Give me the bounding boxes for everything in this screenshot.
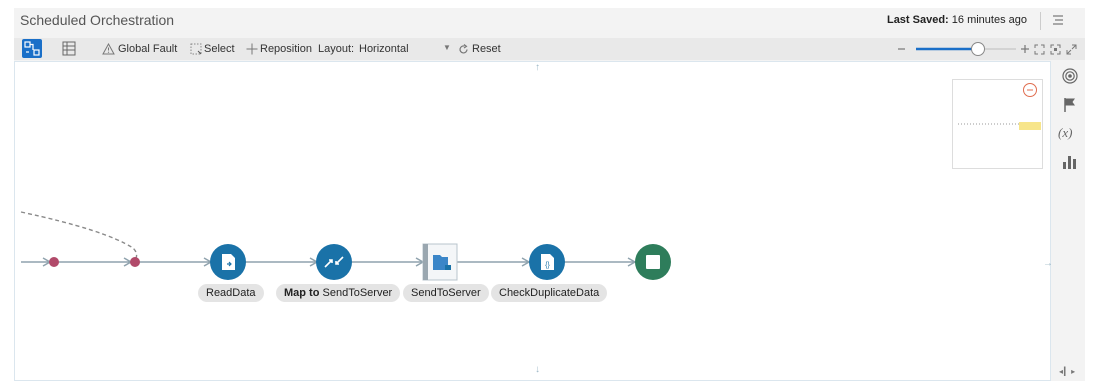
select-button[interactable]: Select — [190, 40, 235, 58]
target-icon[interactable] — [1062, 68, 1078, 84]
junction-dot — [130, 257, 140, 267]
select-label: Select — [204, 43, 235, 55]
node-label-text: SendToServer — [322, 287, 393, 299]
actual-size-icon[interactable] — [1050, 44, 1061, 55]
layout-select-value: Horizontal — [359, 43, 409, 55]
node-map — [316, 244, 352, 280]
read-file-icon — [222, 254, 235, 270]
node-label-send-to-server[interactable]: SendToServer — [403, 284, 489, 302]
reset-icon — [459, 43, 468, 54]
flag-icon[interactable] — [1063, 97, 1077, 113]
node-label-bold: Map to — [284, 287, 320, 299]
node-label-text: CheckDuplicateData — [499, 287, 600, 299]
node-read-data — [210, 244, 246, 280]
variable-icon[interactable]: (x) — [1058, 125, 1072, 141]
page-title: Scheduled Orchestration — [20, 12, 175, 28]
reset-button[interactable]: Reset — [458, 40, 501, 58]
right-rail: (x) ◂▎▸ — [1054, 61, 1085, 381]
node-send-to-server — [422, 243, 458, 281]
diagram-view-button[interactable] — [22, 39, 42, 58]
node-label-map[interactable]: Map to SendToServer — [276, 284, 401, 302]
last-saved-label: Last Saved: — [886, 14, 949, 26]
node-label-text: ReadData — [206, 287, 256, 299]
junction-dot — [49, 257, 59, 267]
node-end — [635, 244, 671, 280]
chart-icon[interactable] — [1062, 154, 1078, 169]
layout-select[interactable]: Horizontal ▼ — [359, 40, 459, 58]
minimap-preview — [958, 83, 1041, 130]
list-view-icon[interactable] — [62, 41, 76, 56]
zoom-slider-handle — [971, 42, 985, 56]
svg-text:{}: {} — [545, 262, 550, 269]
flow-diagram: {} — [20, 211, 671, 281]
global-fault-label: Global Fault — [118, 43, 178, 55]
minimap[interactable] — [952, 79, 1043, 169]
reset-label: Reset — [472, 43, 501, 55]
fit-icon[interactable] — [1034, 44, 1045, 55]
node-label-text: SendToServer — [411, 287, 481, 299]
dashed-connector — [20, 211, 138, 261]
layout-label-text: Layout: — [318, 43, 355, 55]
expand-icon[interactable] — [1066, 44, 1077, 55]
node-check-duplicate: {} — [529, 244, 565, 280]
diagram-icon — [24, 41, 40, 56]
reposition-label: Reposition — [260, 43, 312, 55]
node-label-read-data[interactable]: ReadData — [198, 284, 264, 302]
toolbar: Global Fault Select Reposition Layout: H… — [14, 38, 1085, 60]
collapse-panel-icon[interactable]: ◂▎▸ — [1059, 367, 1076, 376]
divider — [1040, 12, 1041, 30]
zoom-control — [894, 41, 1034, 57]
node-label-check-duplicate[interactable]: CheckDuplicateData — [491, 284, 608, 302]
stop-icon — [646, 255, 660, 269]
zoom-slider[interactable] — [894, 41, 1034, 57]
reposition-button[interactable]: Reposition — [246, 40, 312, 58]
global-fault-button[interactable]: Global Fault — [102, 40, 177, 58]
last-saved: Last Saved: 16 minutes ago — [887, 14, 1027, 26]
move-icon — [246, 43, 258, 55]
layout-label: Layout: — [318, 40, 354, 58]
design-canvas[interactable]: ↑ ↓ → {} ReadData Map to SendToServer Se… — [14, 61, 1053, 381]
orchestration-frame: Scheduled Orchestration Last Saved: 16 m… — [14, 8, 1085, 381]
last-saved-value: 16 minutes ago — [951, 14, 1027, 26]
chevron-down-icon: ▼ — [443, 43, 451, 52]
menu-icon[interactable] — [1051, 13, 1065, 27]
select-icon — [190, 43, 202, 55]
title-bar: Scheduled Orchestration Last Saved: 16 m… — [14, 8, 1085, 36]
warning-icon — [102, 43, 115, 55]
